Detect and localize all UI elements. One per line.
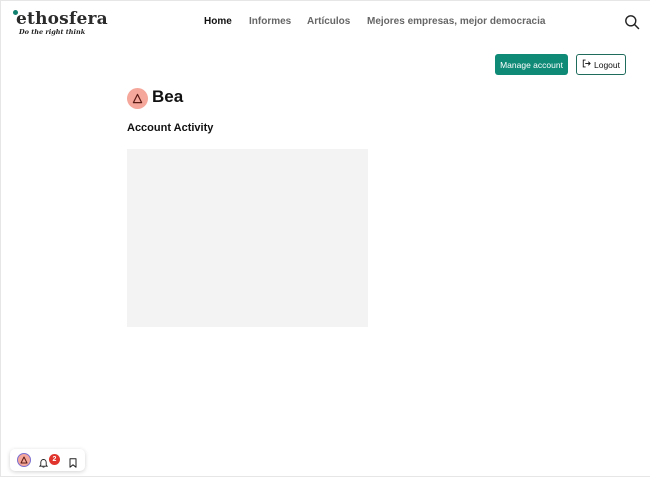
notification-count-badge: 2 [49, 454, 60, 465]
logout-button[interactable]: Logout [576, 54, 626, 75]
bell-icon[interactable] [38, 455, 49, 468]
nav-item-informes[interactable]: Informes [249, 16, 291, 27]
user-name: Bea [152, 87, 184, 106]
bookmark-icon[interactable] [69, 455, 77, 468]
account-activity-panel [127, 149, 368, 327]
brand-name: ethosfera [16, 9, 108, 29]
manage-account-button[interactable]: Manage account [495, 54, 568, 75]
left-border [0, 0, 1, 477]
nav-item-articulos[interactable]: Artículos [307, 16, 350, 27]
floating-toolbar: 2 [10, 449, 85, 471]
nav-item-home[interactable]: Home [204, 16, 232, 27]
account-activity-title: Account Activity [127, 122, 214, 134]
avatar-triangle-icon [132, 93, 143, 104]
avatar [127, 88, 148, 109]
brand-tagline: Do the right think [19, 28, 86, 36]
logout-icon [582, 59, 591, 70]
brand-logo[interactable]: ethosfera Do the right think [13, 9, 108, 39]
nav-item-mejores-empresas[interactable]: Mejores empresas, mejor democracia [367, 16, 545, 27]
logout-label: Logout [594, 59, 620, 70]
avatar-triangle-icon [20, 456, 28, 464]
top-border [0, 0, 650, 1]
toolbar-avatar[interactable] [17, 453, 31, 467]
search-icon[interactable] [624, 14, 640, 30]
